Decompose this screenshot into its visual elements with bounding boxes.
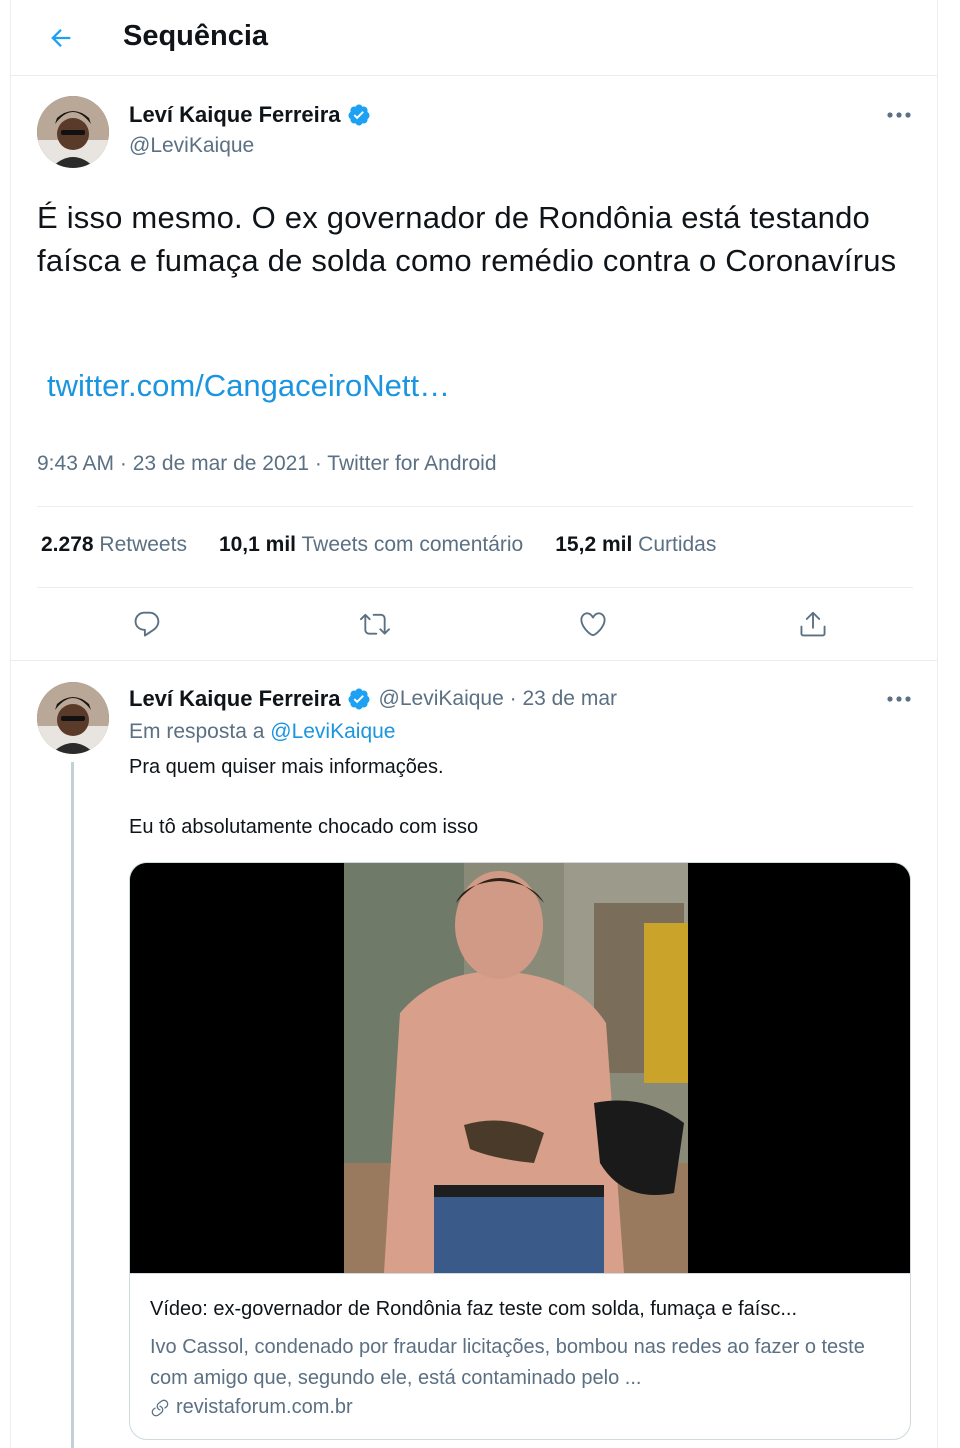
retweets-stat[interactable]: 2.278 Retweets xyxy=(41,533,187,557)
divider xyxy=(11,660,937,661)
more-dots-icon xyxy=(887,696,911,702)
tweet-link[interactable]: twitter.com/CangaceiroNett… xyxy=(47,368,450,404)
tweet-meta[interactable]: 9:43 AM · 23 de mar de 2021 · Twitter fo… xyxy=(37,452,497,476)
arrow-left-icon xyxy=(51,29,71,47)
share-button[interactable] xyxy=(789,600,837,648)
avatar[interactable] xyxy=(37,96,109,168)
author-handle[interactable]: @LeviKaique xyxy=(129,134,254,158)
tweet-stats: 2.278 Retweets 10,1 mil Tweets com comen… xyxy=(41,533,716,557)
tweet-text-line: Eu tô absolutamente chocado com isso xyxy=(129,816,479,838)
more-options-button[interactable] xyxy=(879,100,919,130)
card-video-thumbnail[interactable] xyxy=(130,863,910,1273)
card-body[interactable]: Vídeo: ex-governador de Rondônia faz tes… xyxy=(130,1273,910,1439)
back-button[interactable] xyxy=(41,18,81,58)
author-row: Leví Kaique Ferreira @LeviKaique · 23 de… xyxy=(129,686,617,712)
card-title: Vídeo: ex-governador de Rondônia faz tes… xyxy=(150,1298,798,1320)
like-button[interactable] xyxy=(569,600,617,648)
link-icon xyxy=(151,1399,169,1416)
more-dots-icon xyxy=(887,112,911,118)
reply-icon xyxy=(134,611,160,637)
link-card[interactable]: Vídeo: ex-governador de Rondônia faz tes… xyxy=(129,862,911,1440)
verified-badge-icon xyxy=(347,103,371,127)
reply-mention-link[interactable]: @LeviKaique xyxy=(270,720,395,743)
tweet-actions xyxy=(11,600,937,652)
author-name[interactable]: Leví Kaique Ferreira xyxy=(129,102,341,128)
avatar[interactable] xyxy=(37,682,109,754)
retweet-icon xyxy=(360,613,390,635)
more-options-button[interactable] xyxy=(879,684,919,714)
reply-context: Em resposta a @LeviKaique xyxy=(129,720,396,743)
comments-stat[interactable]: 10,1 mil Tweets com comentário xyxy=(219,533,523,557)
reply-button[interactable] xyxy=(123,600,171,648)
tweet-text-line: Pra quem quiser mais informações. xyxy=(129,756,444,778)
likes-stat[interactable]: 15,2 mil Curtidas xyxy=(555,533,716,557)
timeline-column: Sequência Leví Kaique Ferreira @LeviKaiq… xyxy=(10,0,938,1448)
thread-line xyxy=(71,762,74,1448)
card-description: Ivo Cassol, condenado por fraudar licita… xyxy=(150,1336,865,1389)
author-name[interactable]: Leví Kaique Ferreira xyxy=(129,686,341,712)
page-title: Sequência xyxy=(123,20,269,52)
share-icon xyxy=(800,611,826,637)
verified-badge-icon xyxy=(347,687,371,711)
retweet-button[interactable] xyxy=(351,600,399,648)
heart-icon xyxy=(580,612,606,637)
handle-and-date[interactable]: @LeviKaique · 23 de mar xyxy=(379,687,617,711)
divider xyxy=(37,587,913,588)
tweet-text: É isso mesmo. O ex governador de Rondôni… xyxy=(37,200,897,278)
card-domain: revistaforum.com.br xyxy=(176,1396,353,1418)
card-domain-row: revistaforum.com.br xyxy=(150,1396,353,1419)
page-header: Sequência xyxy=(11,0,937,76)
divider xyxy=(37,506,913,507)
author-row: Leví Kaique Ferreira xyxy=(129,102,371,128)
